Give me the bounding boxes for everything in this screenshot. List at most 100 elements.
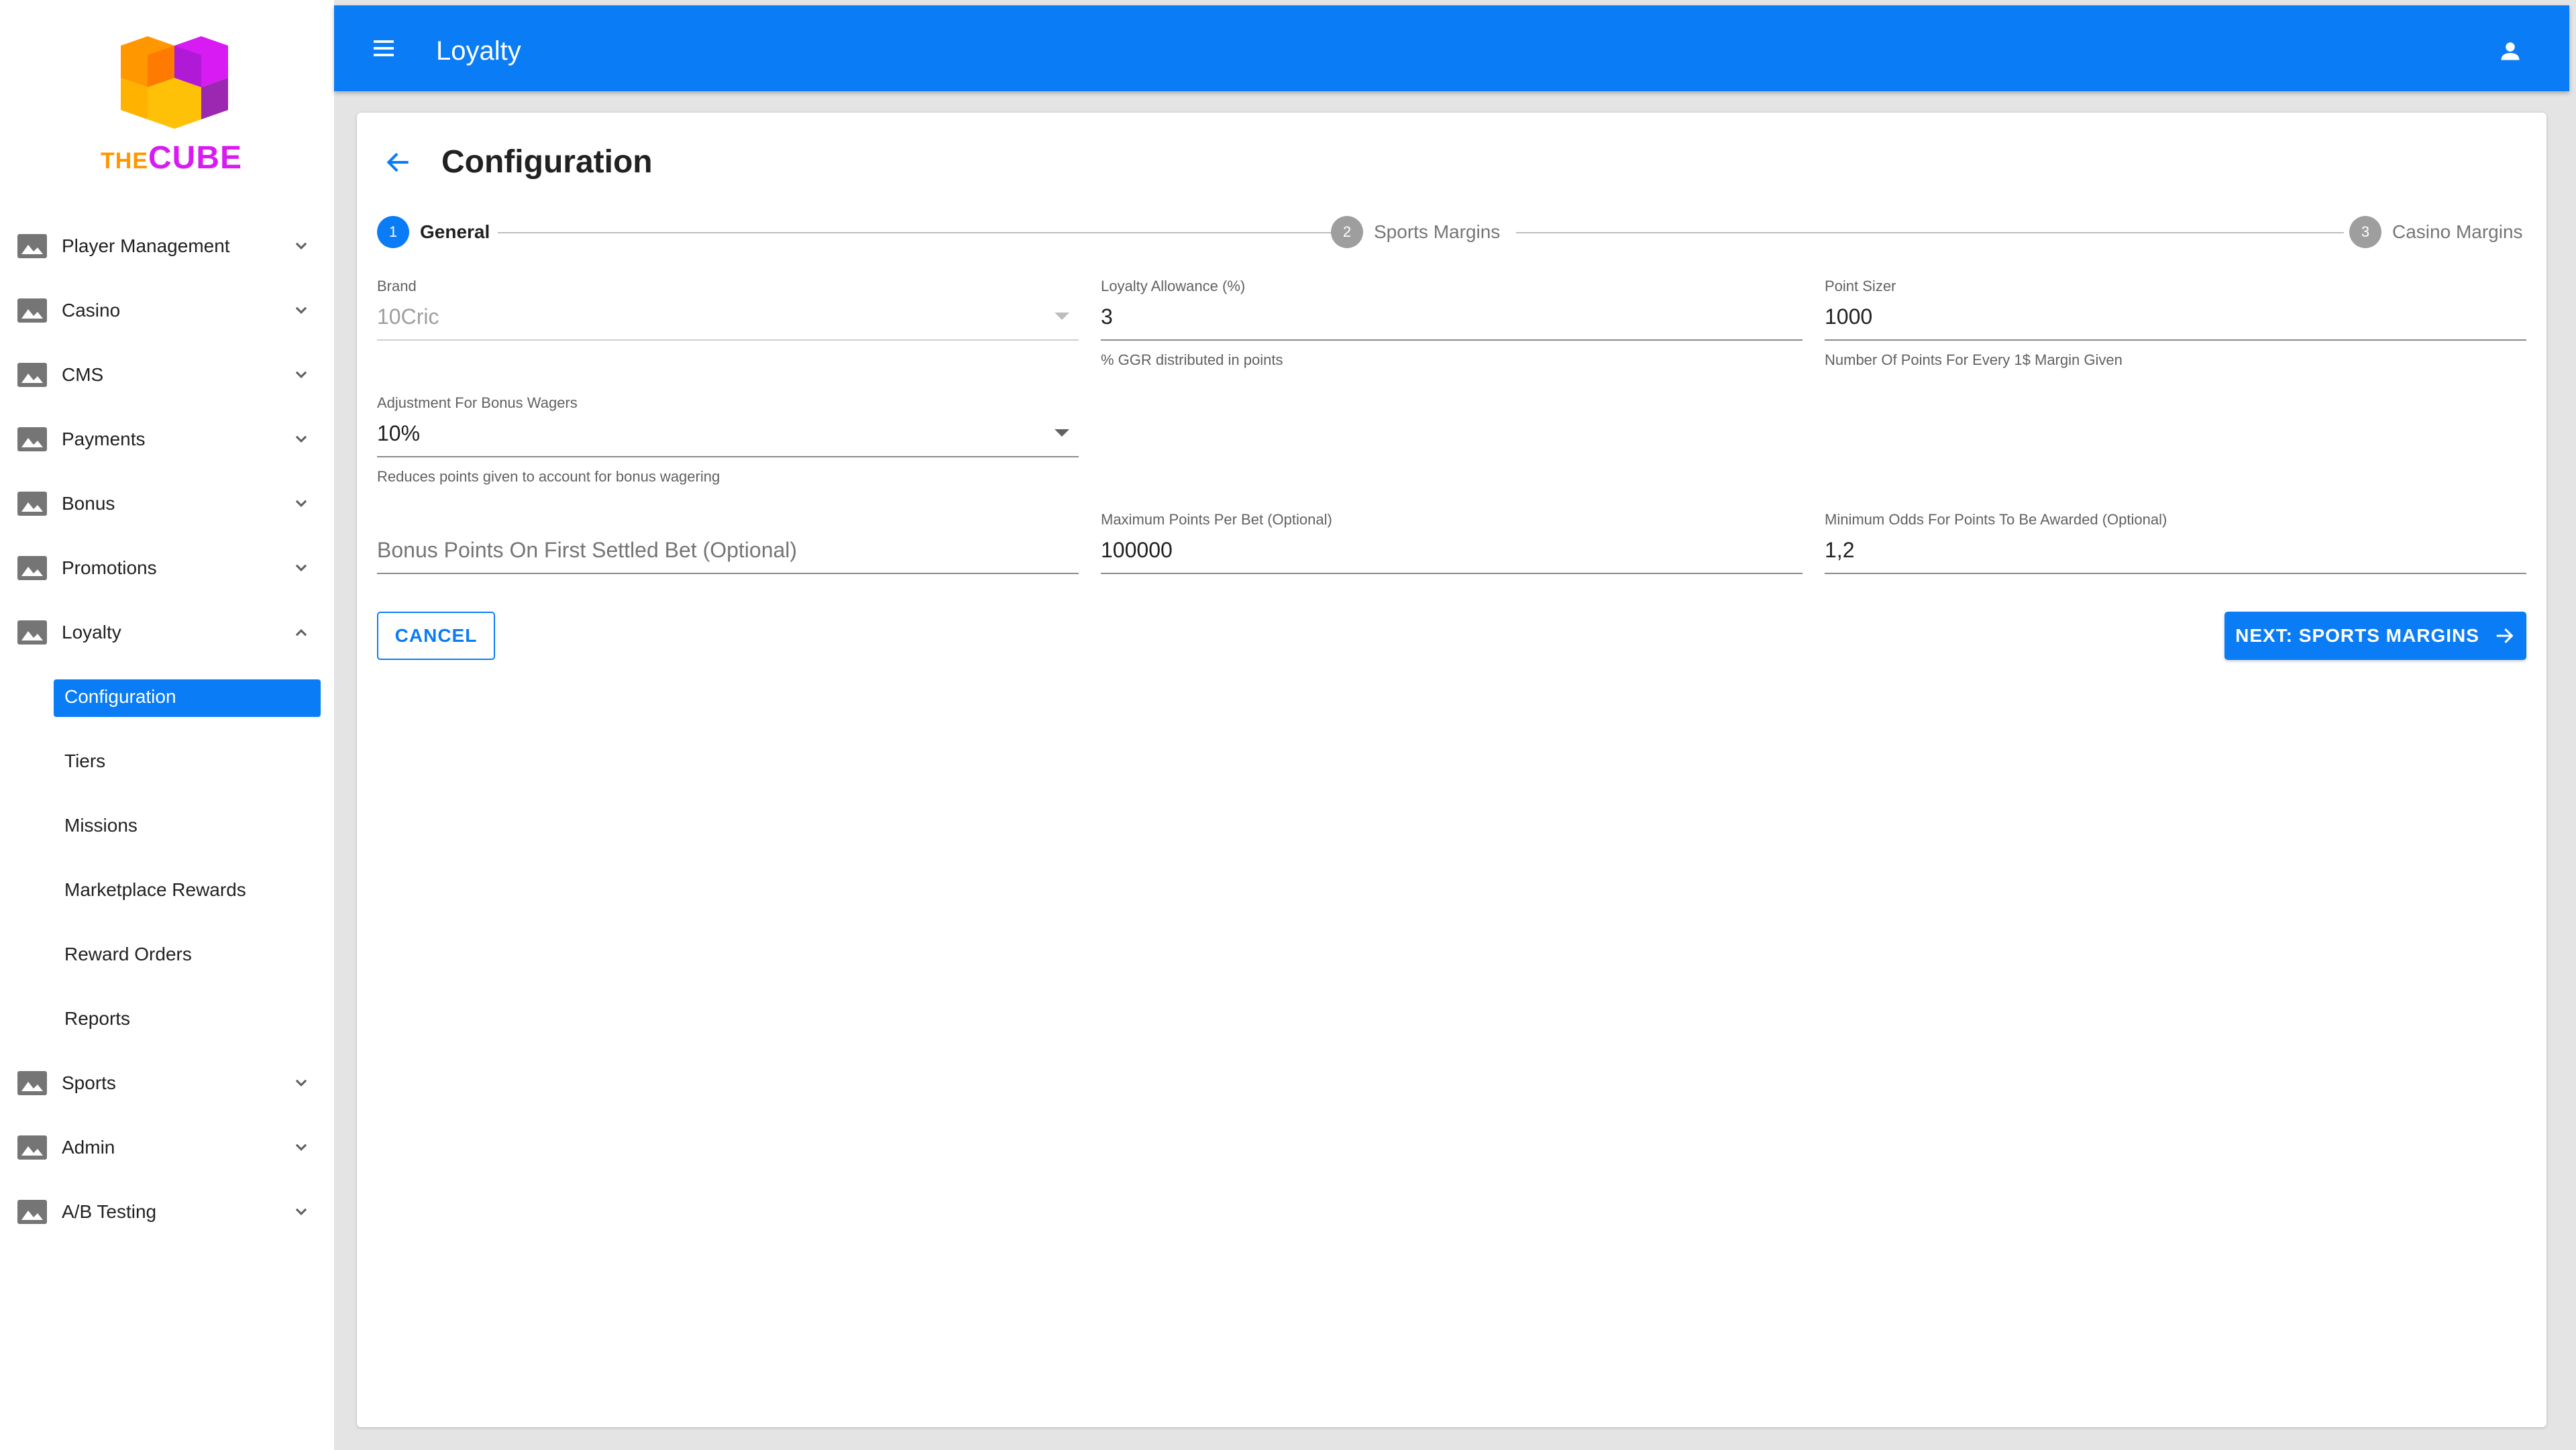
next-button-label: NEXT: SPORTS MARGINS: [2235, 625, 2479, 646]
chevron-down-icon: [295, 306, 307, 315]
point-sizer-field[interactable]: Point Sizer 1000 Number Of Points For Ev…: [1825, 278, 2526, 378]
sidebar: THECUBE Player Management Casino CMS Pay…: [0, 0, 334, 1450]
brand-select[interactable]: Brand 10Cric: [377, 278, 1079, 378]
sidebar-item-ab-testing[interactable]: A/B Testing: [0, 1180, 334, 1244]
hamburger-menu-icon[interactable]: [370, 35, 397, 62]
bonus-adjustment-select[interactable]: Adjustment For Bonus Wagers 10% Reduces …: [377, 394, 1079, 495]
field-label: Loyalty Allowance (%): [1101, 278, 1246, 294]
topbar-title: Loyalty: [436, 36, 521, 66]
step-label: Casino Margins: [2392, 221, 2523, 242]
field-helper-text: Reduces points given to account for bonu…: [377, 468, 720, 485]
image-icon: [17, 1071, 47, 1095]
step-connector: [1516, 232, 2344, 233]
chevron-down-icon: [295, 435, 307, 443]
chevron-down-icon: [295, 242, 307, 250]
step-label: General: [420, 221, 490, 242]
field-value: 10Cric: [377, 304, 439, 329]
sidebar-item-payments[interactable]: Payments: [0, 407, 334, 471]
chevron-down-icon: [295, 1079, 307, 1087]
image-icon: [17, 427, 47, 451]
image-icon: [17, 556, 47, 580]
sidebar-item-cms[interactable]: CMS: [0, 343, 334, 407]
sidebar-subitem-missions[interactable]: Missions: [0, 793, 334, 858]
back-arrow-icon[interactable]: [384, 148, 413, 177]
sidebar-item-bonus[interactable]: Bonus: [0, 471, 334, 536]
field-underline: [1825, 573, 2526, 574]
cube-logo-icon: [121, 36, 228, 129]
sidebar-item-label: Player Management: [62, 235, 230, 256]
sidebar-item-casino[interactable]: Casino: [0, 278, 334, 343]
dropdown-arrow-icon: [1055, 313, 1069, 320]
dropdown-arrow-icon: [1055, 429, 1069, 437]
app-root: THECUBE Player Management Casino CMS Pay…: [0, 0, 2576, 1450]
sidebar-item-label: Casino: [62, 300, 121, 321]
chevron-down-icon: [295, 564, 307, 572]
sidebar-item-promotions[interactable]: Promotions: [0, 536, 334, 600]
sidebar-subitem-label: Marketplace Rewards: [64, 879, 246, 900]
image-icon: [17, 492, 47, 516]
loyalty-allowance-field[interactable]: Loyalty Allowance (%) 3 % GGR distribute…: [1101, 278, 1803, 378]
max-points-per-bet-field[interactable]: Maximum Points Per Bet (Optional) 100000: [1101, 511, 1803, 578]
field-label: Point Sizer: [1825, 278, 1896, 294]
image-icon: [17, 363, 47, 387]
step-label: Sports Margins: [1374, 221, 1501, 242]
step-connector: [498, 232, 1332, 233]
sidebar-item-sports[interactable]: Sports: [0, 1051, 334, 1115]
sidebar-item-label: Bonus: [62, 493, 115, 514]
field-label: Adjustment For Bonus Wagers: [377, 394, 578, 411]
field-label: Brand: [377, 278, 417, 294]
chevron-down-icon: [295, 1144, 307, 1152]
field-value: 3: [1101, 304, 1113, 329]
sidebar-subitem-label: Reports: [64, 1008, 131, 1029]
field-underline: [1101, 573, 1803, 574]
sidebar-subitem-label: Missions: [64, 815, 138, 836]
sidebar-subitem-reward-orders[interactable]: Reward Orders: [0, 922, 334, 987]
sidebar-subitem-marketplace-rewards[interactable]: Marketplace Rewards: [0, 858, 334, 922]
sidebar-item-label: CMS: [62, 364, 104, 385]
sidebar-item-player-management[interactable]: Player Management: [0, 214, 334, 278]
step-general[interactable]: 1 General: [377, 216, 490, 248]
sidebar-item-label: Payments: [62, 429, 146, 449]
user-account-icon[interactable]: [2498, 39, 2522, 63]
sidebar-subitem-tiers[interactable]: Tiers: [0, 729, 334, 793]
top-app-bar: Loyalty: [334, 5, 2569, 91]
logo-wordmark: THECUBE: [101, 140, 243, 176]
image-icon: [17, 234, 47, 258]
field-underline: [377, 456, 1079, 457]
next-sports-margins-button[interactable]: NEXT: SPORTS MARGINS: [2224, 612, 2526, 660]
field-underline: [1825, 339, 2526, 341]
sidebar-item-label: Sports: [62, 1072, 116, 1093]
sidebar-subitem-reports[interactable]: Reports: [0, 987, 334, 1051]
sidebar-subitem-label: Tiers: [64, 750, 106, 771]
sidebar-subitem-configuration[interactable]: Configuration: [0, 665, 334, 729]
field-helper-text: Number Of Points For Every 1$ Margin Giv…: [1825, 351, 2123, 368]
field-label: Minimum Odds For Points To Be Awarded (O…: [1825, 511, 2167, 528]
step-number: 3: [2349, 216, 2381, 248]
field-value: 10%: [377, 421, 421, 445]
image-icon: [17, 1135, 47, 1160]
chevron-up-icon: [295, 628, 307, 636]
field-underline: [377, 573, 1079, 574]
sidebar-item-admin[interactable]: Admin: [0, 1115, 334, 1180]
configuration-card: Configuration 1 General 2 Sports Margins…: [357, 113, 2546, 1427]
sidebar-subitem-label: Configuration: [64, 686, 176, 707]
step-sports-margins[interactable]: 2 Sports Margins: [1331, 216, 1500, 248]
cancel-button[interactable]: CANCEL: [377, 612, 495, 660]
chevron-down-icon: [295, 371, 307, 379]
field-label: Maximum Points Per Bet (Optional): [1101, 511, 1332, 528]
image-icon: [17, 298, 47, 323]
bonus-points-first-bet-field[interactable]: Bonus Points On First Settled Bet (Optio…: [377, 511, 1079, 578]
field-placeholder: Bonus Points On First Settled Bet (Optio…: [377, 538, 798, 562]
sidebar-item-loyalty[interactable]: Loyalty: [0, 600, 334, 665]
sidebar-item-label: A/B Testing: [62, 1201, 157, 1222]
step-casino-margins[interactable]: 3 Casino Margins: [2349, 216, 2523, 248]
thecube-logo[interactable]: THECUBE: [101, 34, 241, 181]
field-value: 100000: [1101, 538, 1173, 562]
field-underline: [1101, 339, 1803, 341]
min-odds-field[interactable]: Minimum Odds For Points To Be Awarded (O…: [1825, 511, 2526, 578]
step-number: 2: [1331, 216, 1363, 248]
sidebar-item-label: Loyalty: [62, 622, 121, 643]
field-helper-text: % GGR distributed in points: [1101, 351, 1283, 368]
step-number: 1: [377, 216, 409, 248]
image-icon: [17, 1200, 47, 1224]
